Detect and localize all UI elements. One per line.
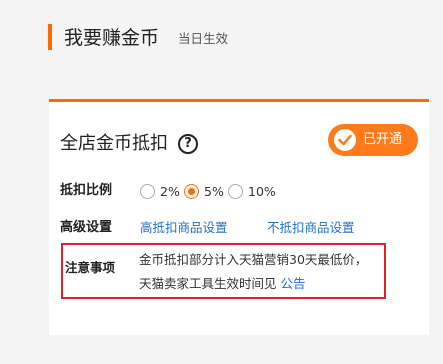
announcement-link[interactable]: 公告 (281, 276, 306, 291)
high-deduction-goods-link[interactable]: 高抵扣商品设置 (140, 219, 228, 237)
card-title: 全店金币抵扣 (60, 133, 168, 154)
help-icon[interactable]: ? (178, 134, 198, 154)
status-label: 已开通 (363, 132, 403, 147)
notice-label: 注意事项 (65, 260, 116, 275)
advanced-settings-label: 高级设置 (60, 220, 113, 235)
status-toggle[interactable]: 已开通 (328, 124, 418, 156)
notice-box: 注意事项 金币抵扣部分计入天猫营销30天最低价， 天猫卖家工具生效时间见 公告 (61, 243, 386, 299)
no-deduction-goods-link[interactable]: 不抵扣商品设置 (267, 219, 355, 237)
radio-button-selected[interactable] (184, 184, 199, 199)
ratio-label: 抵扣比例 (60, 183, 113, 198)
notice-line-2: 天猫卖家工具生效时间见 公告 (139, 275, 306, 293)
section-subtitle: 当日生效 (178, 31, 229, 46)
radio-label: 5% (204, 184, 224, 199)
notice-text: 天猫卖家工具生效时间见 (139, 276, 277, 291)
section-title: 我要赚金币 (64, 27, 160, 49)
radio-button[interactable] (228, 184, 243, 199)
radio-label: 2% (160, 184, 180, 199)
notice-line-1: 金币抵扣部分计入天猫营销30天最低价， (139, 252, 368, 267)
section-accent-bar (48, 24, 52, 50)
radio-label: 10% (248, 184, 276, 199)
coin-deduction-card: 全店金币抵扣 ? 已开通 抵扣比例 2% 5% 10% 高级设置 高抵扣商品设置… (49, 99, 429, 335)
radio-button[interactable] (140, 184, 155, 199)
check-icon (334, 129, 356, 151)
